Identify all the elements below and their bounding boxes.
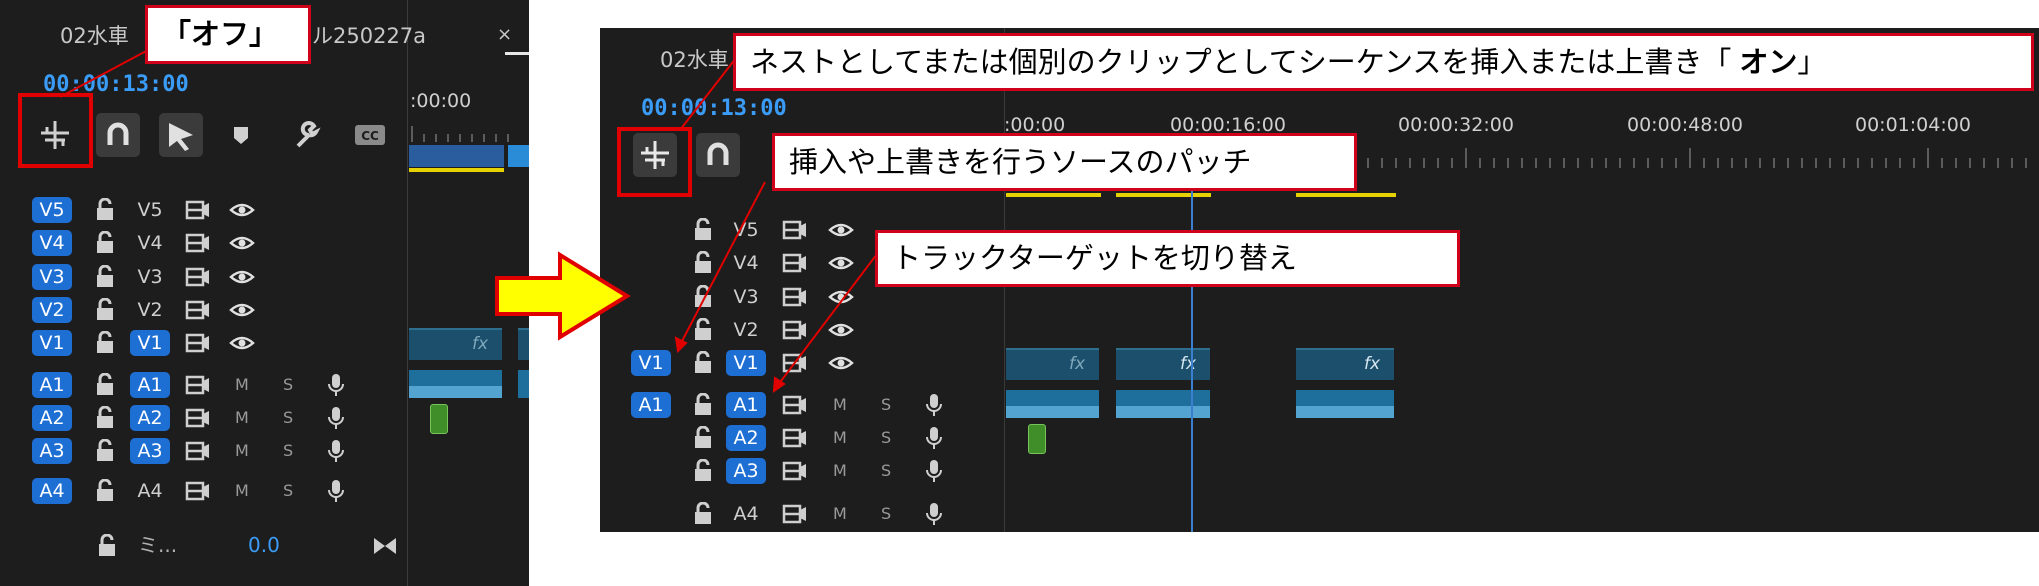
callout-nest-on-word: オン (1739, 44, 1798, 79)
callout-nest-text: ネストとしてまたは個別のクリップとしてシーケンスを挿入または上書き「 (750, 44, 1732, 79)
callout-nest-close: 」 (1797, 44, 1827, 79)
callout-off: 「オフ」 (145, 5, 311, 64)
callout-nest-on: ネストとしてまたは個別のクリップとしてシーケンスを挿入または上書き「 オン」 (733, 33, 2034, 91)
callout-source-patch: 挿入や上書きを行うソースのパッチ (772, 133, 1357, 191)
right-arrow-icon (495, 251, 631, 341)
callout-track-target: トラックターゲットを切り替え (875, 230, 1460, 287)
